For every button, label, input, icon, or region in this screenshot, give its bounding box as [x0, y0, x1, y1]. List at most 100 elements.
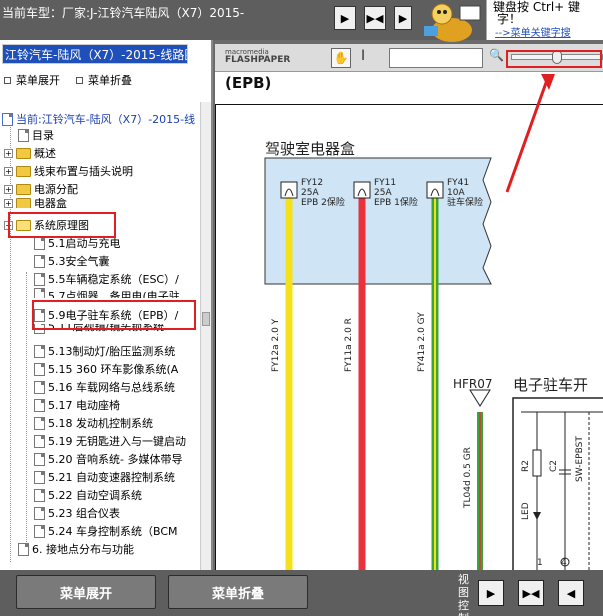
plus-icon[interactable]: + — [4, 198, 13, 208]
folder-icon — [16, 147, 31, 159]
tree-item[interactable]: 5.22 自动空调系统 — [34, 486, 142, 504]
tree-item-label: 线束布置与插头说明 — [34, 165, 133, 178]
mascot-icon — [424, 3, 481, 42]
nav-split-button[interactable]: ▶◀ — [364, 6, 386, 30]
tree-item[interactable]: 目录 — [18, 126, 54, 144]
nav-prev-button[interactable]: ▶ — [334, 6, 356, 30]
document-icon — [34, 288, 45, 298]
bottom-bar: 菜单展开 菜单折叠 视图控制 ▶ ▶◀ ◀ — [0, 570, 603, 616]
collapse-icon — [76, 76, 83, 84]
viewer-search-input[interactable] — [389, 48, 483, 68]
document-icon — [34, 254, 45, 268]
tree-item[interactable]: 5.15 360 环车影像系统(A — [34, 360, 178, 378]
plus-icon[interactable]: + — [4, 184, 13, 194]
document-icon — [2, 112, 13, 126]
tree-collapse-button[interactable]: 菜单折叠 — [76, 72, 132, 88]
tree-item-label: 5.21 自动变速器控制系统 — [48, 471, 175, 484]
promo-link[interactable]: -->菜单关键字搜 — [495, 24, 571, 39]
document-icon — [34, 380, 45, 394]
tree-item[interactable]: 5.23 组合仪表 — [34, 504, 120, 522]
view-next-button[interactable]: ▶ — [478, 580, 504, 606]
document-icon — [34, 362, 45, 376]
tree-item-label: 5.19 无钥匙进入与一键启动 — [48, 435, 186, 448]
tree-item-label: 目录 — [32, 129, 54, 142]
tree-item-label: 6. 接地点分布与功能 — [32, 543, 134, 556]
tree-root-label: 当前:江铃汽车-陆风（X7）-2015-线 — [16, 113, 196, 126]
document-icon — [34, 434, 45, 448]
folder-icon — [16, 165, 31, 177]
tree-item[interactable]: 5.19 无钥匙进入与一键启动 — [34, 432, 186, 450]
view-prev-button[interactable]: ◀ — [558, 580, 584, 606]
tree-item[interactable]: 6. 接地点分布与功能 — [18, 540, 134, 558]
tree-item[interactable]: 5.21 自动变速器控制系统 — [34, 468, 175, 486]
document-icon — [34, 416, 45, 430]
promo-panel: 键盘按 Ctrl+ 键 字！ -->菜单关键字搜 — [486, 0, 603, 40]
magnifier-icon: 🔍 — [489, 48, 504, 62]
tree-item[interactable]: + 电器盒 — [4, 198, 67, 208]
view-split-button[interactable]: ▶◀ — [518, 580, 544, 606]
document-icon — [34, 452, 45, 466]
app-window: 当前车型：厂家:J-江铃汽车陆风（X7）2015- ▶ ▶◀ ▶ 键盘按 Ctr… — [0, 0, 603, 616]
tree-view: 当前:江铃汽车-陆风（X7）-2015-线 目录 + 概述 + 线束布置与插头说明 … — [0, 102, 200, 570]
tree-item[interactable]: + 线束布置与插头说明 — [4, 162, 133, 180]
menu-collapse-button[interactable]: 菜单折叠 — [168, 575, 308, 609]
c2-label: C2 — [549, 459, 559, 472]
document-icon — [34, 470, 45, 484]
tree-expand-button[interactable]: 菜单展开 — [4, 72, 60, 88]
ecu-title: 电子驻车开 — [513, 376, 589, 394]
annotation-box-slider — [506, 50, 602, 68]
tree-item[interactable]: 5.5车辆稳定系统（ESC）/ — [34, 270, 179, 288]
tree-item[interactable]: 5.13制动灯/胎压监测系统 — [34, 342, 175, 360]
folder-icon — [16, 198, 31, 208]
tree-item[interactable]: 5.7点烟器、备用电(电子驻 — [34, 288, 180, 298]
r2-label: R2 — [521, 460, 531, 472]
pin-1-label: 1 — [537, 558, 543, 568]
document-icon — [18, 128, 29, 142]
tree-scrollbar-thumb[interactable] — [202, 312, 210, 326]
switch-label: SW-EPBST — [575, 436, 585, 482]
arrow-right-icon: ▶ — [398, 11, 408, 25]
nav-next-button[interactable]: ▶ — [394, 6, 412, 30]
tree-item-label: 5.23 组合仪表 — [48, 507, 120, 520]
tree-item-label: 概述 — [34, 147, 56, 160]
tree-item[interactable]: 5.17 电动座椅 — [34, 396, 120, 414]
tree-item-label: 5.5车辆稳定系统（ESC）/ — [48, 273, 179, 286]
tree-item[interactable]: 5.3安全气囊 — [34, 252, 110, 270]
tree-item[interactable]: + 概述 — [4, 144, 56, 162]
tree-item[interactable]: 5.20 音响系统- 多媒体带导 — [34, 450, 182, 468]
plus-icon[interactable]: + — [4, 148, 13, 158]
top-bar: 当前车型：厂家:J-江铃汽车陆风（X7）2015- ▶ ▶◀ ▶ 键盘按 Ctr… — [0, 0, 603, 42]
tree-item[interactable]: 5.18 发动机控制系统 — [34, 414, 153, 432]
tree-item[interactable]: 5.16 车载网络与总线系统 — [34, 378, 175, 396]
text-select-button[interactable]: I — [361, 48, 365, 64]
fuse-box-outline — [264, 157, 492, 285]
hand-tool-button[interactable]: ✋ — [331, 48, 351, 68]
menu-expand-button[interactable]: 菜单展开 — [16, 575, 156, 609]
document-icon — [18, 542, 29, 556]
document-icon — [34, 506, 45, 520]
current-car-label: 当前车型：厂家:J-江铃汽车陆风（X7）2015- — [2, 6, 245, 20]
annotation-arrow — [505, 79, 549, 193]
document-icon — [34, 344, 45, 358]
tree-item-label: 5.17 电动座椅 — [48, 399, 120, 412]
document-icon — [34, 524, 45, 538]
arrow-right-icon: ▶ — [486, 586, 496, 600]
arrow-left-icon: ◀ — [566, 586, 576, 600]
plus-icon[interactable]: + — [4, 166, 13, 176]
tree-item-label: 5.7点烟器、备用电(电子驻 — [48, 290, 180, 298]
tree-item-label: 5.18 发动机控制系统 — [48, 417, 153, 430]
fuse-fy12-label: FY12 25A EPB 2保险 — [301, 178, 345, 208]
led-label: LED — [521, 502, 531, 520]
tree-item[interactable]: + 电源分配 — [4, 180, 78, 198]
annotation-box-system — [8, 212, 116, 238]
tree-scrollbar[interactable] — [200, 102, 211, 570]
connector-hfr07 — [469, 389, 491, 407]
fuse-symbol-fy11 — [353, 181, 371, 199]
magnifier-button[interactable]: 🔍 — [489, 48, 504, 62]
document-icon — [34, 272, 45, 286]
pin-4-label: 4 — [561, 558, 567, 568]
tree-item-label: 5.3安全气囊 — [48, 255, 110, 268]
tree-expand-label: 菜单展开 — [16, 74, 60, 87]
tree-item[interactable]: 5.24 车身控制系统（BCM — [34, 522, 178, 540]
fuse-symbol-fy41 — [426, 181, 444, 199]
